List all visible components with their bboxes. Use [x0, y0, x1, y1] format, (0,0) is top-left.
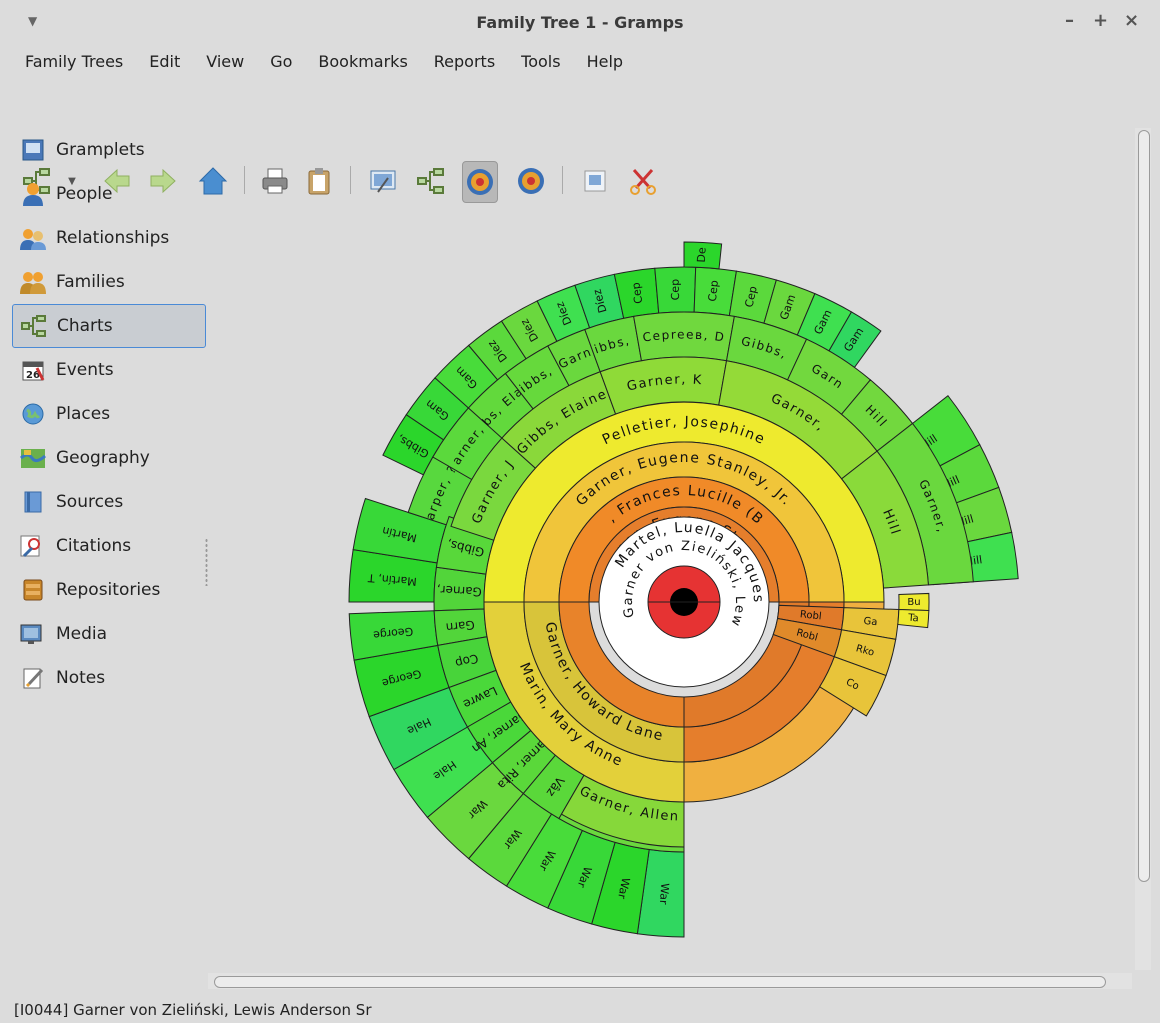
sources-icon [18, 489, 48, 515]
fan-label-small: Ga [863, 616, 878, 628]
window-menu-icon[interactable]: ▼ [28, 14, 37, 28]
horizontal-scrollbar[interactable] [208, 973, 1132, 989]
sidebar-item-label: Media [56, 624, 108, 644]
menu-reports[interactable]: Reports [421, 52, 508, 71]
relationships-icon [18, 225, 48, 251]
fan-label-gen7: De [695, 247, 709, 263]
menu-edit[interactable]: Edit [136, 52, 193, 71]
status-text: [I0044] Garner von Zieliński, Lewis Ande… [14, 1000, 372, 1019]
sidebar-item-label: Charts [57, 316, 113, 336]
menubar: Family Trees Edit View Go Bookmarks Repo… [0, 44, 1160, 78]
vertical-scrollbar-thumb[interactable] [1138, 130, 1150, 882]
places-icon [18, 401, 48, 427]
sidebar-item-label: Gramplets [56, 140, 145, 160]
fan-label-small: Robl [799, 609, 822, 622]
menu-go[interactable]: Go [257, 52, 305, 71]
repositories-icon [18, 577, 48, 603]
sidebar-item-geography[interactable]: Geography [12, 436, 206, 480]
fan-label-gen6: War [657, 883, 671, 906]
sidebar-item-repositories[interactable]: Repositories [12, 568, 206, 612]
fan-label-small: Bu [907, 597, 920, 608]
menu-view[interactable]: View [193, 52, 257, 71]
events-icon: 26 [18, 357, 48, 383]
families-icon [18, 269, 48, 295]
sidebar-item-charts[interactable]: Charts [12, 304, 206, 348]
close-button[interactable]: × [1124, 10, 1139, 31]
sidebar-item-events[interactable]: 26 Events [12, 348, 206, 392]
geography-icon [18, 445, 48, 471]
statusbar: [I0044] Garner von Zieliński, Lewis Ande… [0, 996, 1160, 1023]
sidebar-item-label: Geography [56, 448, 150, 468]
media-icon [18, 621, 48, 647]
navigator-sidebar: Gramplets People Relationships Families … [12, 128, 206, 700]
menu-tools[interactable]: Tools [508, 52, 573, 71]
charts-icon [19, 313, 49, 339]
sidebar-item-label: People [56, 184, 113, 204]
sidebar-item-label: Places [56, 404, 111, 424]
sidebar-item-label: Relationships [56, 228, 170, 248]
horizontal-scrollbar-thumb[interactable] [214, 976, 1106, 988]
sidebar-item-media[interactable]: Media [12, 612, 206, 656]
notes-icon [18, 665, 48, 691]
sidebar-item-places[interactable]: Places [12, 392, 206, 436]
sidebar-item-label: Citations [56, 536, 132, 556]
menu-help[interactable]: Help [574, 52, 636, 71]
fan-chart[interactable]: Gibbs,GamGamDíezDíezDíez Díez Cep Cep Cep Cep… [202, 116, 1132, 970]
fan-label-gen5: Garn [445, 618, 475, 635]
sidebar-item-sources[interactable]: Sources [12, 480, 206, 524]
fan-label-gen6: Cep [706, 280, 721, 303]
sidebar-item-people[interactable]: People [12, 172, 206, 216]
fan-label-gen5: Garner, [436, 583, 482, 599]
sidebar-item-label: Notes [56, 668, 106, 688]
sidebar-item-citations[interactable]: Citations [12, 524, 206, 568]
toolbar: ▼ [0, 78, 1160, 203]
sidebar-item-label: Families [56, 272, 125, 292]
minimize-button[interactable]: – [1065, 10, 1074, 31]
sidebar-item-relationships[interactable]: Relationships [12, 216, 206, 260]
maximize-button[interactable]: + [1093, 10, 1108, 31]
people-icon [18, 181, 48, 207]
vertical-scrollbar[interactable] [1135, 128, 1151, 970]
menu-family-trees[interactable]: Family Trees [0, 52, 136, 71]
fan-chart-area: Gibbs, Gam Gam Díez Díez Díez Díez Cep Cep Cep Cep… [202, 116, 1132, 970]
fan-label-small: Ta [907, 613, 919, 625]
sidebar-item-notes[interactable]: Notes [12, 656, 206, 700]
window-title: Family Tree 1 - Gramps [476, 12, 684, 32]
sidebar-item-families[interactable]: Families [12, 260, 206, 304]
sidebar-item-label: Sources [56, 492, 124, 512]
gramplets-icon [18, 137, 48, 163]
sidebar-item-gramplets[interactable]: Gramplets [12, 128, 206, 172]
sidebar-item-label: Events [56, 360, 114, 380]
fan-label-gen6: Cep [669, 279, 683, 301]
window-titlebar: ▼ Family Tree 1 - Gramps – + × [0, 0, 1160, 44]
sidebar-item-label: Repositories [56, 580, 161, 600]
menu-bookmarks[interactable]: Bookmarks [305, 52, 420, 71]
citations-icon [18, 533, 48, 559]
